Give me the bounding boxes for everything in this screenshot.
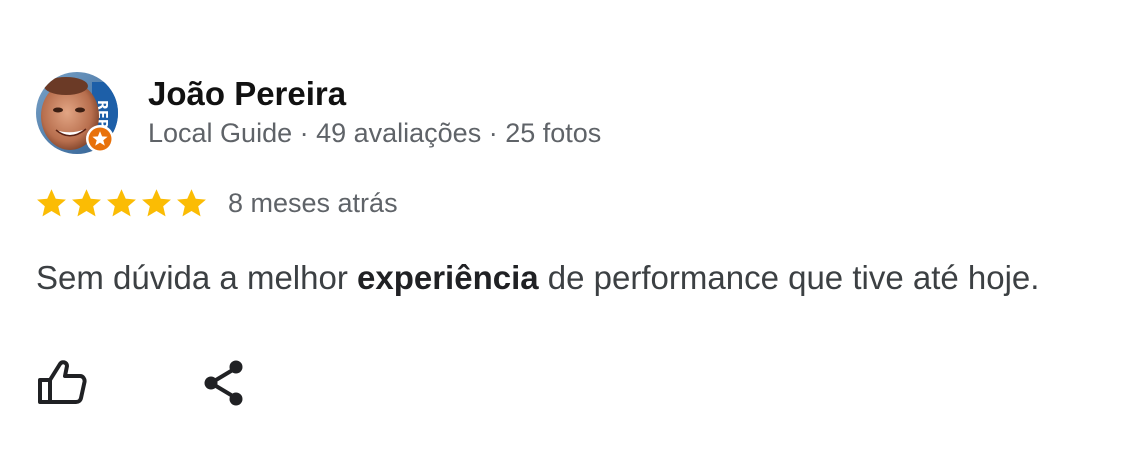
- avatar[interactable]: REP: [36, 72, 118, 154]
- star-icon: [107, 188, 136, 216]
- star-icon: [37, 188, 66, 216]
- review-date: 8 meses atrás: [228, 188, 398, 218]
- star-icon: [142, 188, 171, 216]
- reviewer-name[interactable]: João Pereira: [148, 74, 346, 114]
- star-rating: [34, 186, 209, 221]
- share-button[interactable]: [198, 358, 250, 410]
- rating-row: 8 meses atrás: [34, 184, 398, 222]
- reviewer-meta[interactable]: Local Guide · 49 avaliações · 25 fotos: [148, 116, 601, 150]
- review-text-highlight: experiência: [357, 259, 539, 296]
- star-icon: [72, 188, 101, 216]
- review-card: REP João Pereira Local Guide · 49 avalia…: [0, 0, 1136, 449]
- review-text-end: de performance que tive até hoje.: [538, 259, 1040, 296]
- star-icon: [177, 188, 206, 216]
- review-text-start: Sem dúvida a melhor: [36, 259, 357, 296]
- like-button[interactable]: [34, 356, 90, 408]
- thumb-up-icon: [38, 360, 87, 404]
- local-guide-star-icon: [85, 124, 115, 154]
- share-icon: [204, 360, 243, 406]
- review-text: Sem dúvida a melhor experiência de perfo…: [36, 256, 1039, 300]
